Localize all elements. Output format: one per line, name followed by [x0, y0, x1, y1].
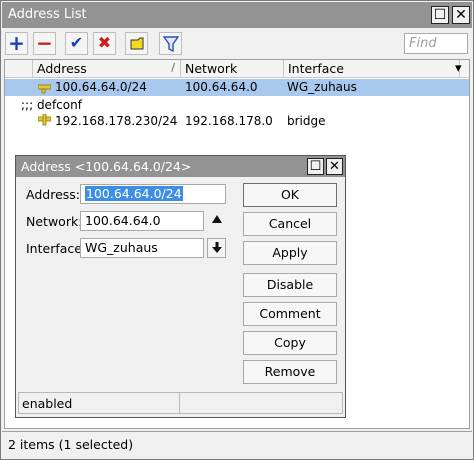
find-input[interactable]: Find [404, 33, 468, 54]
disable-button[interactable]: Disable [243, 273, 337, 297]
close-icon[interactable]: ✕ [452, 6, 470, 24]
interface-label: Interface: [26, 241, 87, 256]
network-expand-button[interactable] [209, 212, 225, 230]
filter-icon [162, 36, 179, 53]
remove-button[interactable]: Remove [243, 360, 337, 384]
toolbar: + − ✔ ✖ Find [2, 29, 472, 59]
minus-icon: − [36, 31, 53, 55]
column-menu-icon[interactable]: ▾ [455, 61, 462, 76]
interface-select[interactable]: WG_zuhaus [80, 238, 204, 258]
table-row[interactable]: 100.64.64.0/24 100.64.64.0 WG_zuhaus [5, 79, 469, 96]
address-value: 100.64.64.0/24 [85, 186, 183, 201]
network-value: 100.64.64.0 [85, 213, 161, 228]
interface-dropdown-button[interactable] [207, 238, 226, 258]
cell-network: 192.168.178.0 [185, 114, 273, 128]
comment-button[interactable] [125, 32, 148, 55]
enable-button[interactable]: ✔ [65, 32, 88, 55]
cell-interface: WG_zuhaus [287, 80, 357, 94]
column-header-interface[interactable]: Interface [284, 60, 460, 78]
column-header-address[interactable]: Address / [33, 60, 181, 78]
address-icon [38, 114, 51, 126]
cell-interface: bridge [287, 114, 326, 128]
comment-row[interactable]: ;;; defconf [5, 97, 469, 114]
cell-address: 192.168.178.230/24 [55, 114, 178, 128]
status-divider [179, 393, 180, 413]
dialog-close-icon[interactable]: ✕ [326, 158, 343, 175]
restore-icon[interactable]: ☐ [431, 6, 449, 24]
dialog-status-bar: enabled [18, 392, 343, 414]
filter-button[interactable] [159, 32, 182, 55]
table-row[interactable]: 192.168.178.230/24 192.168.178.0 bridge [5, 113, 469, 130]
comment-icon [130, 37, 143, 50]
dialog-title: Address <100.64.64.0/24> [21, 159, 192, 174]
checkmark-icon: ✔ [69, 33, 84, 52]
status-bar: 2 items (1 selected) [2, 431, 472, 458]
table-header: Address / Network Interface ▾ [5, 60, 469, 78]
address-dialog: Address <100.64.64.0/24> ☐ ✕ Address: 10… [15, 155, 346, 418]
column-header-network[interactable]: Network [181, 60, 284, 78]
dropdown-arrow-icon [211, 242, 222, 253]
network-label: Network: [26, 214, 83, 229]
dialog-title-bar[interactable]: Address <100.64.64.0/24> ☐ ✕ [16, 156, 345, 177]
window-title: Address List [8, 7, 87, 22]
address-field[interactable]: 100.64.64.0/24 [80, 184, 226, 204]
disable-button[interactable]: ✖ [93, 32, 116, 55]
cell-network: 100.64.64.0 [185, 80, 258, 94]
interface-value: WG_zuhaus [85, 240, 158, 255]
remove-button[interactable]: − [33, 32, 56, 55]
network-field[interactable]: 100.64.64.0 [80, 211, 204, 231]
header-flags[interactable] [5, 60, 33, 78]
dialog-restore-icon[interactable]: ☐ [307, 158, 324, 175]
window-title-bar[interactable]: Address List ☐ ✕ [2, 2, 472, 28]
sort-indicator: / [171, 61, 175, 74]
ok-button[interactable]: OK [243, 183, 337, 207]
copy-button[interactable]: Copy [243, 331, 337, 355]
enabled-status: enabled [22, 396, 73, 411]
triangle-up-icon [212, 215, 222, 223]
address-icon [38, 84, 51, 94]
cross-icon: ✖ [97, 33, 112, 52]
plus-icon: + [8, 31, 25, 55]
address-label: Address: [26, 187, 80, 202]
item-count: 2 items (1 selected) [8, 437, 134, 452]
comment-button[interactable]: Comment [243, 302, 337, 326]
cancel-button[interactable]: Cancel [243, 212, 337, 236]
row-comment: ;;; defconf [21, 98, 82, 112]
apply-button[interactable]: Apply [243, 241, 337, 265]
cell-address: 100.64.64.0/24 [55, 80, 147, 94]
add-button[interactable]: + [5, 32, 28, 55]
